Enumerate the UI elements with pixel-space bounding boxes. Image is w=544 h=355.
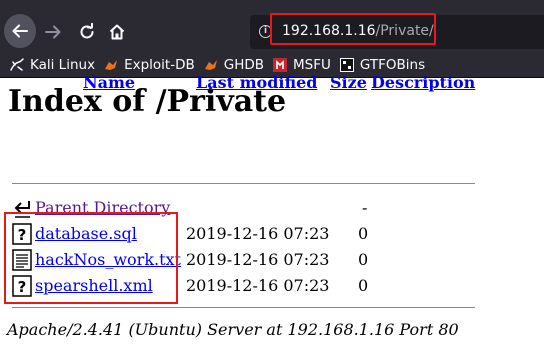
back-button[interactable] [4,14,36,48]
msfu-icon [273,57,288,72]
column-header-last-modified[interactable]: Last modified [196,73,317,92]
bookmark-label: Exploit-DB [124,56,195,73]
home-icon [109,24,125,40]
file-size: 0 [358,276,369,295]
browser-toolbar: i 192.168.1.16/Private/ [0,0,544,52]
arrow-right-icon [45,25,61,39]
header-divider [12,183,475,184]
bookmark-exploit-db[interactable]: Exploit-DB [104,57,195,73]
file-size: 0 [358,250,369,269]
gtfobins-icon [339,57,354,72]
bookmark-label: GHDB [223,56,265,73]
parent-size: - [362,198,368,217]
footer-divider [12,307,475,308]
file-modified: 2019-12-16 07:23 [186,276,330,295]
reload-icon [80,23,94,39]
forward-button[interactable] [37,16,69,48]
bookmark-label: Kali Linux [30,56,96,73]
bookmark-gtfobins[interactable]: GTFOBins [339,56,426,73]
url-highlight-box [270,13,436,45]
column-header-size[interactable]: Size [330,73,367,92]
column-header-name[interactable]: Name [83,73,135,92]
server-signature: Apache/2.4.41 (Ubuntu) Server at 192.168… [7,320,459,339]
file-modified: 2019-12-16 07:23 [186,250,330,269]
home-button[interactable] [101,16,133,48]
arrow-left-icon [12,24,28,38]
files-highlight-box [4,212,178,304]
reload-button[interactable] [71,16,103,48]
bookmark-msfu[interactable]: MSFU [273,57,331,73]
ghdb-icon [204,59,217,70]
exploitdb-icon [105,59,118,70]
column-header-description[interactable]: Description [371,73,475,92]
bookmark-label: MSFU [293,56,331,73]
kali-dragon-icon [10,57,24,71]
file-modified: 2019-12-16 07:23 [186,224,330,243]
bookmark-kali-linux[interactable]: Kali Linux [10,57,95,73]
bookmark-ghdb[interactable]: GHDB [204,57,264,73]
file-size: 0 [358,224,369,243]
bookmark-label: GTFOBins [359,56,426,73]
